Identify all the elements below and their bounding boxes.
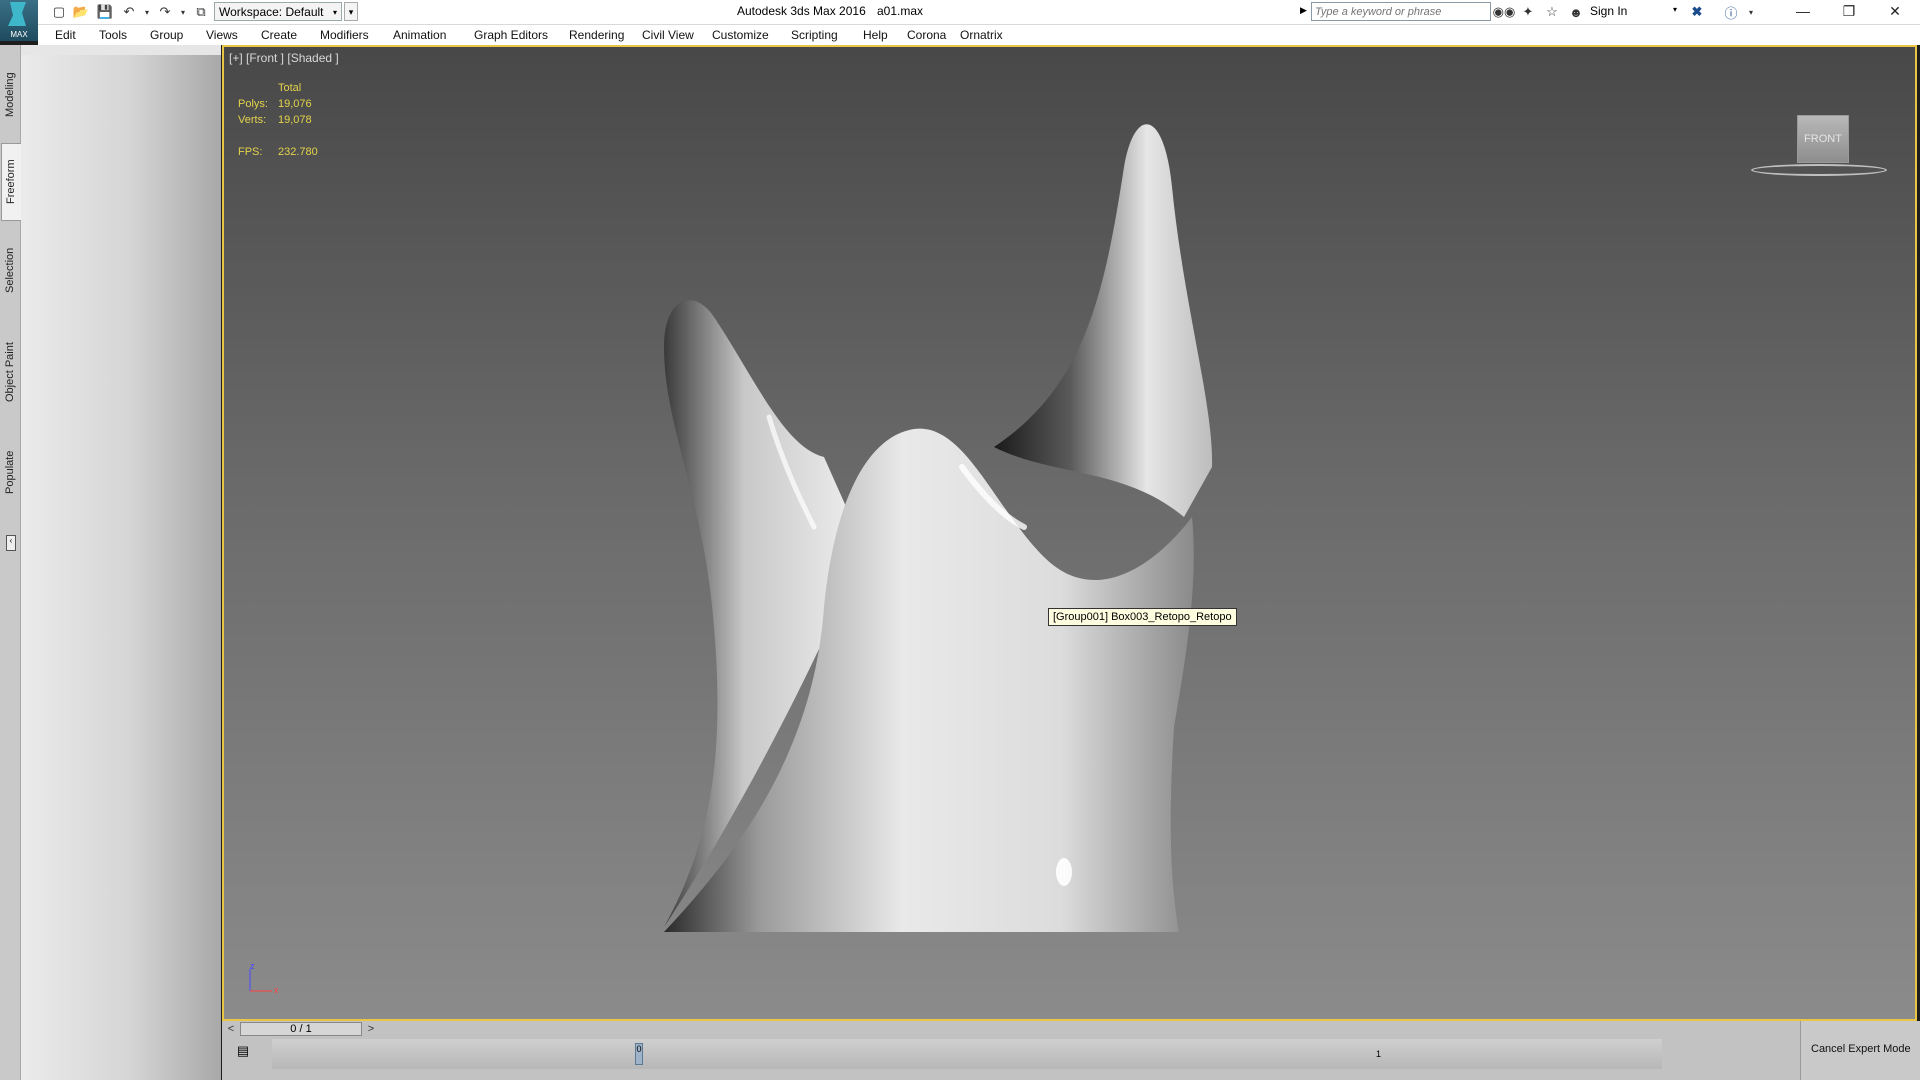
tab-populate[interactable]: Populate — [1, 440, 21, 505]
menu-ornatrix[interactable]: Ornatrix — [960, 28, 1003, 42]
exchange-apps-icon[interactable]: ✖ — [1688, 3, 1706, 21]
ribbon-toggle-icon[interactable]: ‹ — [6, 535, 16, 551]
tab-selection[interactable]: Selection — [1, 240, 21, 300]
app-logo-label: MAX — [10, 30, 28, 39]
workspace-dropdown[interactable]: Workspace: Default ▾ — [214, 2, 342, 21]
menu-modifiers[interactable]: Modifiers — [320, 28, 369, 42]
menu-graph-editors[interactable]: Graph Editors — [474, 28, 548, 42]
axis-x-label: x — [274, 985, 279, 995]
open-file-icon[interactable]: 📂 — [72, 3, 90, 21]
expert-mode-panel: Cancel Expert Mode — [1800, 1021, 1920, 1080]
communication-center-icon[interactable]: ✦ — [1519, 3, 1537, 21]
current-frame-marker[interactable]: 0 — [635, 1043, 643, 1065]
help-icon[interactable]: ⓘ — [1722, 3, 1740, 21]
save-icon[interactable]: 💾 — [96, 3, 114, 21]
time-slider-frame: 0 / 1 — [290, 1023, 312, 1035]
application-menu-button[interactable]: MAX — [0, 0, 38, 41]
timeline-next-button[interactable]: > — [364, 1022, 378, 1036]
timeline: < 0 / 1 > ▤ 0 1 — [222, 1021, 1662, 1080]
new-file-icon[interactable]: ▢ — [50, 3, 68, 21]
front-viewport[interactable]: [+] [Front ] [Shaded ] Total Polys: 19,0… — [222, 45, 1917, 1021]
menu-rendering[interactable]: Rendering — [569, 28, 624, 42]
minimize-button[interactable]: — — [1780, 0, 1826, 24]
search-expand-icon[interactable]: ▶ — [1300, 5, 1307, 16]
tab-object-paint[interactable]: Object Paint — [1, 330, 21, 415]
user-icon[interactable]: ☻ — [1567, 3, 1585, 21]
undo-dropdown-icon[interactable]: ▾ — [138, 3, 156, 21]
menu-customize[interactable]: Customize — [712, 28, 769, 42]
3d-model-mesh[interactable] — [224, 47, 1915, 1019]
app-title: Autodesk 3ds Max 2016 — [737, 4, 866, 18]
time-slider[interactable]: 0 / 1 — [240, 1022, 362, 1036]
axis-z-label: z — [250, 961, 255, 971]
menu-help[interactable]: Help — [863, 28, 888, 42]
max-logo-icon — [8, 2, 26, 26]
menu-civil-view[interactable]: Civil View — [642, 28, 694, 42]
menu-tools[interactable]: Tools — [99, 28, 127, 42]
ribbon-panel — [21, 55, 221, 1080]
menu-scripting[interactable]: Scripting — [791, 28, 838, 42]
favorites-star-icon[interactable]: ☆ — [1543, 3, 1561, 21]
chevron-down-icon: ▾ — [332, 8, 337, 17]
status-area — [1662, 1021, 1800, 1080]
close-button[interactable]: ✕ — [1872, 0, 1918, 24]
viewcube[interactable]: FRONT — [1797, 115, 1849, 163]
menu-bar: Edit Tools Group Views Create Modifiers … — [38, 25, 1920, 45]
track-bar-end-label: 1 — [1376, 1049, 1382, 1059]
viewcube-compass-ring[interactable] — [1751, 164, 1887, 176]
object-tooltip: [Group001] Box003_Retopo_Retopo — [1048, 608, 1237, 626]
timeline-prev-button[interactable]: < — [224, 1022, 238, 1036]
menu-edit[interactable]: Edit — [55, 28, 76, 42]
workspace-label: Workspace: Default — [219, 5, 324, 19]
quick-access-customize-button[interactable]: ▾ — [344, 2, 358, 21]
tab-modeling[interactable]: Modeling — [1, 60, 21, 130]
sign-in-button[interactable]: Sign In — [1590, 4, 1627, 18]
binoculars-icon[interactable]: ◉◉ — [1493, 3, 1516, 21]
ribbon-tab-strip: Modeling Freeform Selection Object Paint… — [0, 45, 22, 1080]
redo-dropdown-icon[interactable]: ▾ — [174, 3, 192, 21]
project-folder-icon[interactable]: ⧉ — [192, 3, 210, 21]
restore-button[interactable]: ❐ — [1826, 0, 1872, 24]
help-dropdown-icon[interactable]: ▾ — [1742, 3, 1760, 21]
menu-corona[interactable]: Corona — [907, 28, 946, 42]
undo-icon[interactable]: ↶ — [120, 3, 138, 21]
cancel-expert-mode-button[interactable]: Cancel Expert Mode — [1811, 1043, 1911, 1055]
file-name: a01.max — [877, 4, 924, 18]
track-bar[interactable] — [272, 1039, 1662, 1069]
menu-views[interactable]: Views — [206, 28, 238, 42]
mini-curve-editor-icon[interactable]: ▤ — [232, 1043, 254, 1063]
search-input[interactable] — [1311, 2, 1491, 21]
redo-icon[interactable]: ↷ — [156, 3, 174, 21]
tab-freeform[interactable]: Freeform — [1, 143, 22, 221]
menu-create[interactable]: Create — [261, 28, 297, 42]
menu-animation[interactable]: Animation — [393, 28, 446, 42]
menu-group[interactable]: Group — [150, 28, 183, 42]
ribbon-panel-header — [21, 45, 221, 55]
sign-in-dropdown-icon[interactable]: ▾ — [1673, 5, 1677, 14]
